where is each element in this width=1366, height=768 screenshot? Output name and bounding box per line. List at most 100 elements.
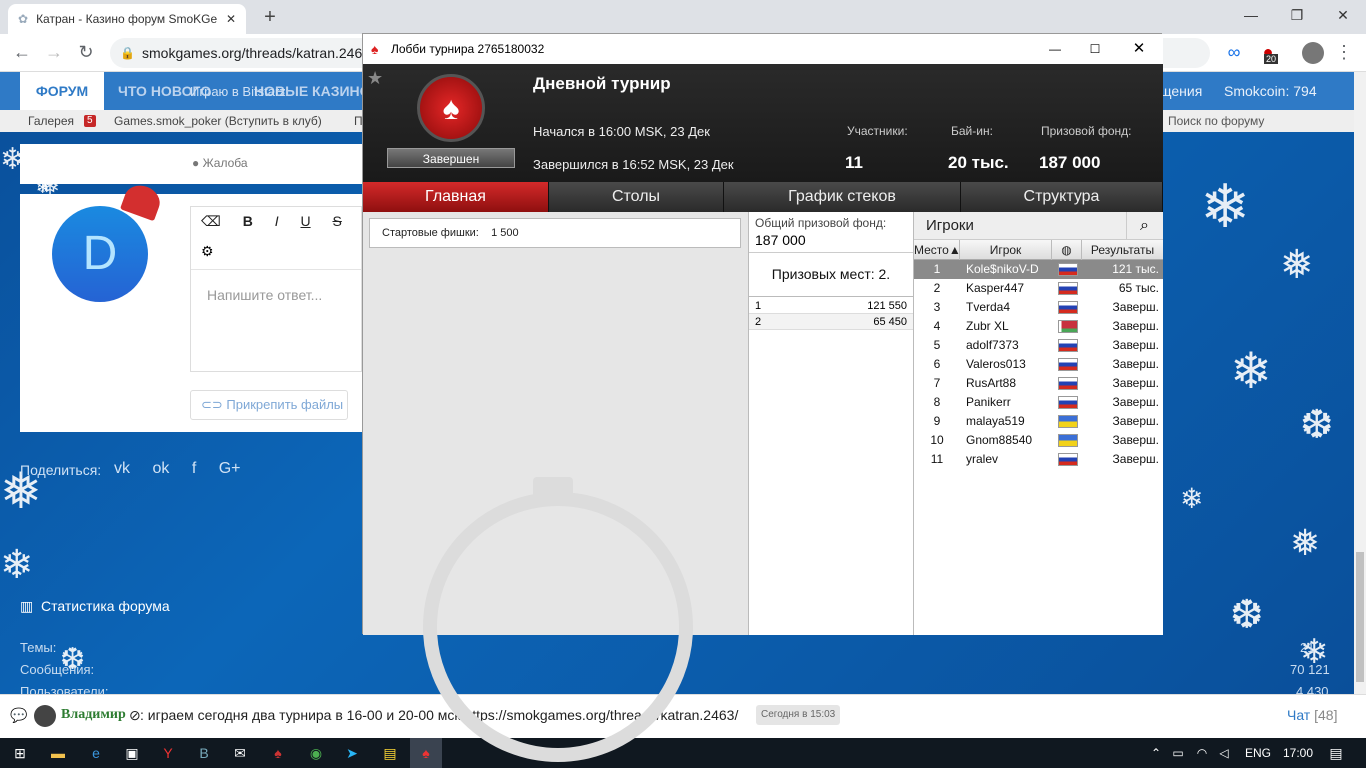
favorite-star-icon[interactable]: ★ [367,68,383,89]
tab-main[interactable]: Главная [363,182,549,212]
tournament-info-panel: Стартовые фишки: 1 500 [363,212,748,762]
yandex-icon[interactable]: Y [152,738,184,768]
col-place[interactable]: Место▲ [914,240,961,260]
player-row[interactable]: 10 Gnom88540 Заверш. [914,431,1163,450]
profile-avatar[interactable] [1302,42,1324,64]
playing-text[interactable]: Играю в Bitstarz [190,84,286,99]
maximize-browser-icon[interactable]: ❐ [1274,0,1320,30]
share-label: Поделиться: [20,462,102,478]
attach-files-button[interactable]: ⊂⊃ Прикрепить файлы [190,390,348,420]
player-row[interactable]: 8 Panikerr Заверш. [914,393,1163,412]
chat-open-button[interactable]: Чат [48] [1287,695,1337,735]
reload-icon[interactable]: ↻ [72,38,100,66]
facebook-icon[interactable]: f [192,460,196,477]
stats-chart-icon: ▥ [20,598,34,614]
new-tab-button[interactable]: + [258,4,282,30]
settings-gear-icon[interactable]: ⚙ [201,243,214,260]
action-center-icon[interactable]: ▤ [1320,738,1352,768]
report-link[interactable]: ● Жалоба [192,156,248,170]
vk-icon[interactable]: vk [114,460,130,477]
country-flag-icon [1058,434,1078,447]
player-row[interactable]: 5 adolf7373 Заверш. [914,336,1163,355]
page-scrollbar[interactable] [1354,72,1366,694]
starting-chips-box: Стартовые фишки: 1 500 [369,218,741,248]
avatar[interactable]: D [52,206,148,302]
prize-pool-value: 187 000 [1039,153,1101,172]
minimize-browser-icon[interactable]: — [1228,0,1274,30]
lobby-window-title: Лобби турнира 2765180032 [391,42,545,56]
language-indicator[interactable]: ENG [1240,738,1276,768]
nav-messages[interactable]: щения [1160,72,1202,110]
col-country-globe-icon[interactable]: ◍ [1052,240,1082,260]
strikethrough-icon[interactable]: S [333,213,342,229]
forward-icon[interactable]: → [40,38,68,66]
snowflake-icon: ❅ [1280,243,1314,287]
lobby-minimize-icon[interactable]: — [1035,34,1075,64]
search-players-icon[interactable]: ⌕ [1126,212,1162,240]
app-b-icon[interactable]: B [188,738,220,768]
player-row[interactable]: 6 Valeros013 Заверш. [914,355,1163,374]
close-tab-icon[interactable]: ✕ [226,12,236,26]
clock[interactable]: 17:00 [1278,738,1318,768]
player-result: 121 тыс. [1112,262,1159,276]
underline-icon[interactable]: U [300,213,310,229]
player-place: 2 [933,281,941,295]
tab-tables[interactable]: Столы [549,182,724,212]
eraser-icon[interactable]: ⌫ [201,213,221,229]
chrome-icon[interactable]: ◉ [300,738,332,768]
notes-icon[interactable]: ▤ [374,738,406,768]
bold-icon[interactable]: B [243,213,253,229]
player-row[interactable]: 3 Tverda4 Заверш. [914,298,1163,317]
italic-icon[interactable]: I [275,213,279,229]
player-place: 3 [933,300,941,314]
chat-user-avatar[interactable] [34,705,56,727]
snowflake-icon: ❄ [0,543,34,587]
country-flag-icon [1058,301,1078,314]
subnav-gallery[interactable]: Галерея [28,110,74,132]
google-plus-icon[interactable]: G+ [219,460,241,477]
browser-menu-icon[interactable]: ⋮ [1330,38,1358,66]
reply-editor[interactable]: ⌫ B I U S ⚙ Напишите ответ... [190,206,362,372]
player-row[interactable]: 9 malaya519 Заверш. [914,412,1163,431]
col-player[interactable]: Игрок [960,240,1052,260]
player-row[interactable]: 1 Kole$nikoV-D 121 тыс. [914,260,1163,279]
store-icon[interactable]: ▣ [116,738,148,768]
country-flag-icon [1058,263,1078,276]
smokcoin-balance[interactable]: Smokcoin: 794 [1224,72,1317,110]
browser-tab[interactable]: ✿ Катран - Казино форум SmoKGе ✕ [8,4,246,34]
player-row[interactable]: 7 RusArt88 Заверш. [914,374,1163,393]
volume-icon[interactable]: ◁ [1208,738,1240,768]
windows-start-icon[interactable]: ⊞ [4,738,36,768]
tab-structure[interactable]: Структура [961,182,1163,212]
file-explorer-icon[interactable]: ▬ [42,738,74,768]
lobby-close-icon[interactable]: ✕ [1119,34,1159,64]
prize-divider [749,252,913,253]
mail-icon[interactable]: ✉ [224,738,256,768]
players-panel: Игроки ⌕ Место▲ Игрок ◍ Результаты 1 Kole… [914,212,1163,635]
player-row[interactable]: 11 yralev Заверш. [914,450,1163,469]
pokerstars-taskbar-icon[interactable]: ♠ [410,738,442,768]
nav-forum[interactable]: ФОРУМ [20,72,104,110]
forum-search[interactable]: Поиск по форуму [1168,110,1264,132]
scrollbar-thumb[interactable] [1356,552,1364,682]
snowflake-icon: ❆ [1230,593,1264,637]
poker-app-icon[interactable]: ♠ [262,738,294,768]
stats-value: 21 [1300,640,1315,655]
telegram-icon[interactable]: ➤ [336,738,368,768]
col-results[interactable]: Результаты [1082,240,1163,260]
chat-username[interactable]: Владимир [61,695,126,735]
edge-icon[interactable]: e [80,738,112,768]
lobby-maximize-icon[interactable]: ☐ [1075,34,1115,64]
close-browser-icon[interactable]: ✕ [1320,0,1366,30]
tab-stack-chart[interactable]: График стеков [724,182,961,212]
player-row[interactable]: 4 Zubr XL Заверш. [914,317,1163,336]
extension-icon[interactable]: ∞ [1220,38,1248,66]
player-place: 6 [933,357,941,371]
tab-title: Катран - Казино форум SmoKGе [36,12,218,26]
subnav-poker-club[interactable]: Games.smok_poker (Вступить в клуб) [114,110,322,132]
snowflake-icon: ❆ [1300,403,1334,447]
player-place: 7 [933,376,941,390]
odnoklassniki-icon[interactable]: ok [152,460,169,477]
back-icon[interactable]: ← [8,38,36,66]
player-row[interactable]: 2 Kasper447 65 тыс. [914,279,1163,298]
